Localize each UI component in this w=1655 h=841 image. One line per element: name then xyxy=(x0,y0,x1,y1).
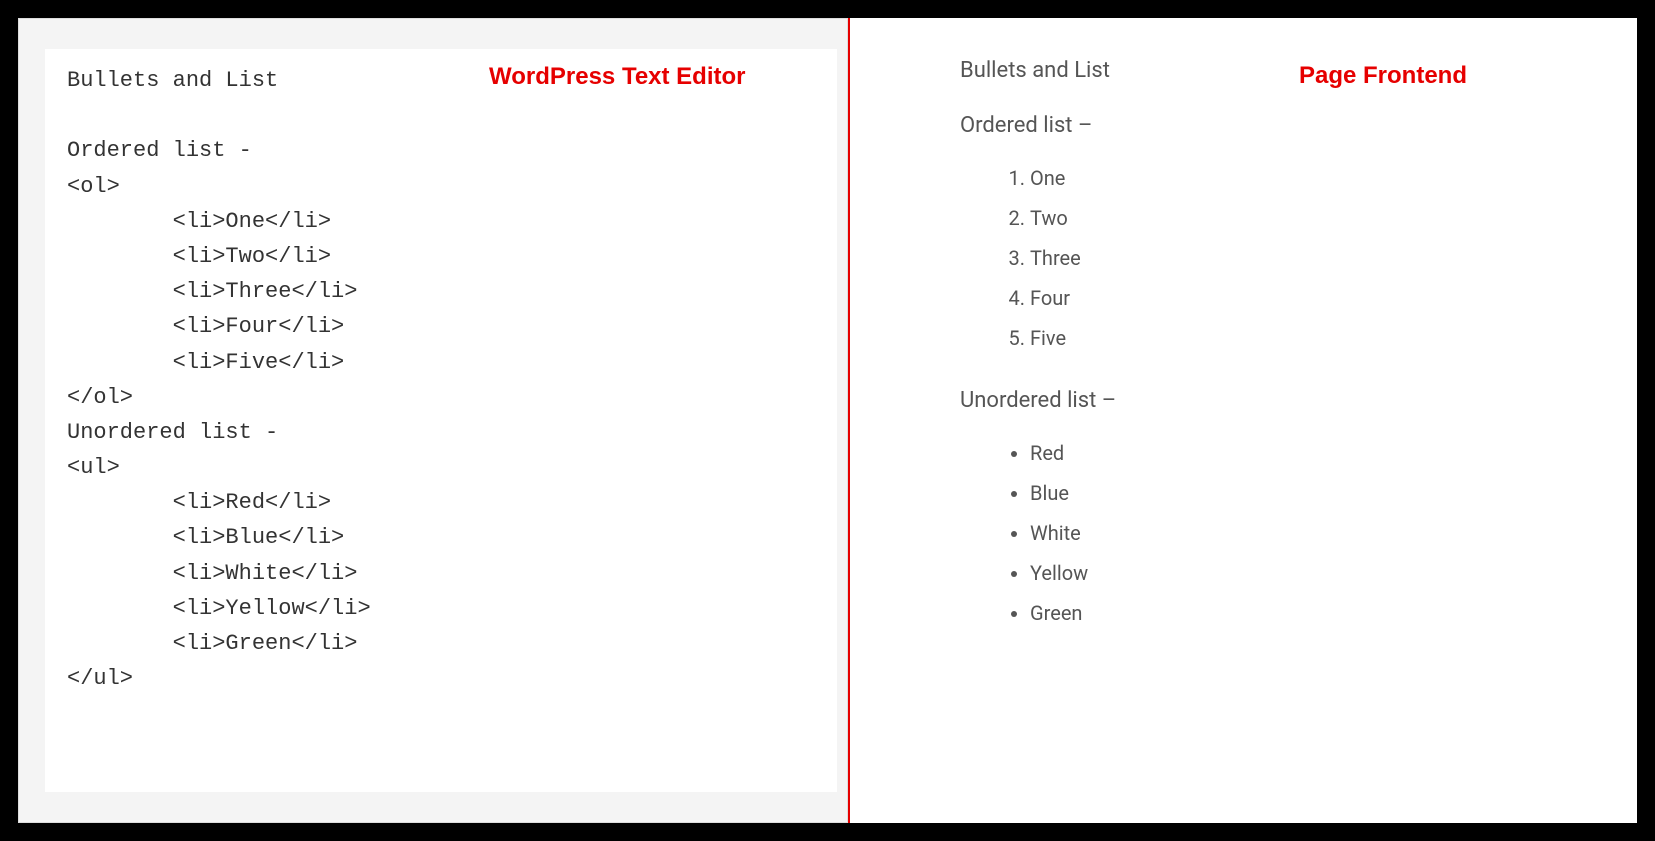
frontend-unordered-list: RedBlueWhiteYellowGreen xyxy=(960,433,1557,633)
list-item: Three xyxy=(1030,238,1557,278)
frontend-label: Page Frontend xyxy=(1299,62,1467,90)
list-item: One xyxy=(1030,158,1557,198)
list-item: Two xyxy=(1030,198,1557,238)
editor-label: WordPress Text Editor xyxy=(489,63,746,91)
frontend-ordered-heading: Ordered list – xyxy=(960,113,1557,138)
editor-code[interactable]: Bullets and List Ordered list - <ol> <li… xyxy=(49,49,817,696)
frontend-ordered-list: OneTwoThreeFourFive xyxy=(960,158,1557,358)
list-item: Blue xyxy=(1030,473,1557,513)
frontend-unordered-heading: Unordered list – xyxy=(960,388,1557,413)
editor-panel: WordPress Text Editor Bullets and List O… xyxy=(18,18,848,823)
list-item: Four xyxy=(1030,278,1557,318)
list-item: Five xyxy=(1030,318,1557,358)
list-item: White xyxy=(1030,513,1557,553)
list-item: Red xyxy=(1030,433,1557,473)
frontend-title: Bullets and List xyxy=(960,58,1557,83)
list-item: Yellow xyxy=(1030,553,1557,593)
list-item: Green xyxy=(1030,593,1557,633)
frontend-panel: Page Frontend Bullets and List Ordered l… xyxy=(850,18,1637,823)
